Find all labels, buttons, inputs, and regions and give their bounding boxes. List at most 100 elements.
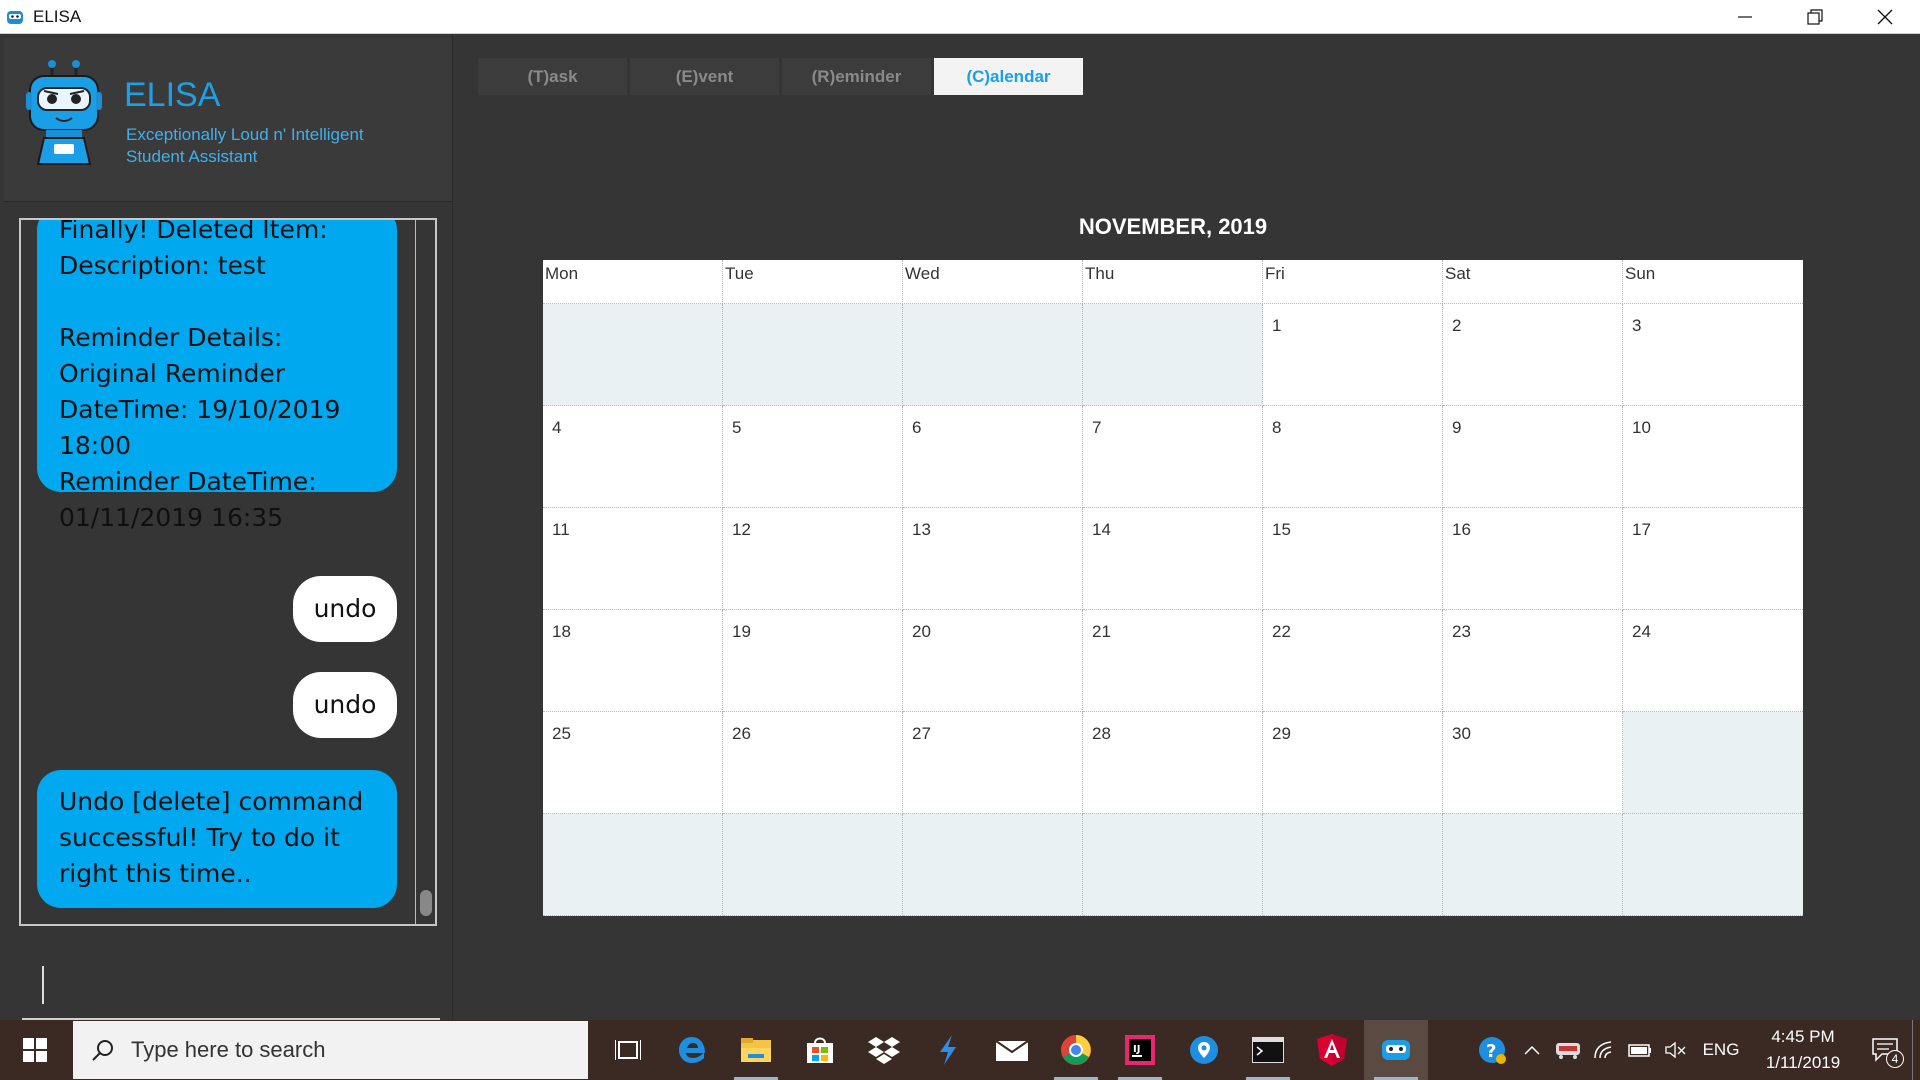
chat-scrollbar[interactable] bbox=[415, 220, 435, 924]
chrome-button[interactable] bbox=[1044, 1020, 1108, 1080]
tab-event[interactable]: (E)vent bbox=[630, 58, 779, 95]
task-view-button[interactable] bbox=[596, 1020, 660, 1080]
chrome-icon bbox=[1061, 1035, 1091, 1065]
scrollbar-thumb[interactable] bbox=[420, 890, 432, 916]
elisa-taskbar-button[interactable] bbox=[1364, 1020, 1428, 1080]
visual-studio-button[interactable] bbox=[916, 1020, 980, 1080]
calendar-day-cell[interactable]: 8 bbox=[1263, 406, 1443, 508]
dropbox-button[interactable] bbox=[852, 1020, 916, 1080]
wifi-icon bbox=[1594, 1041, 1612, 1059]
panel-divider bbox=[452, 34, 453, 1020]
calendar-day-cell[interactable]: 29 bbox=[1263, 712, 1443, 814]
elisa-message-bubble: Undo [delete] command successful! Try to… bbox=[37, 770, 397, 908]
help-tray-button[interactable]: ? bbox=[1470, 1020, 1514, 1080]
taskbar-search-box[interactable]: Type here to search bbox=[73, 1021, 588, 1079]
wifi-tray-button[interactable] bbox=[1586, 1020, 1622, 1080]
calendar-day-cell[interactable]: 17 bbox=[1623, 508, 1803, 610]
file-explorer-icon bbox=[741, 1038, 771, 1062]
calendar-empty-cell bbox=[1083, 814, 1263, 916]
system-tray: ? ENG 4:45 PM 1/11/2019 4 bbox=[1470, 1020, 1920, 1080]
battery-tray-button[interactable] bbox=[1622, 1020, 1658, 1080]
calendar-day-cell[interactable]: 13 bbox=[903, 508, 1083, 610]
maps-button[interactable] bbox=[1172, 1020, 1236, 1080]
calendar-day-cell[interactable]: 26 bbox=[723, 712, 903, 814]
terminal-button[interactable] bbox=[1236, 1020, 1300, 1080]
search-icon bbox=[92, 1040, 113, 1061]
calendar-day-cell[interactable]: 19 bbox=[723, 610, 903, 712]
calendar-day-cell[interactable]: 15 bbox=[1263, 508, 1443, 610]
calendar-day-cell[interactable]: 10 bbox=[1623, 406, 1803, 508]
calendar-month-title: NOVEMBER, 2019 bbox=[1078, 214, 1268, 239]
edge-icon bbox=[679, 1037, 705, 1063]
show-hidden-icons-button[interactable] bbox=[1514, 1020, 1550, 1080]
message-line bbox=[59, 284, 375, 320]
calendar-day-cell[interactable]: 25 bbox=[543, 712, 723, 814]
calendar-day-cell[interactable]: 28 bbox=[1083, 712, 1263, 814]
calendar-empty-cell bbox=[1623, 712, 1803, 814]
search-placeholder: Type here to search bbox=[131, 1037, 326, 1062]
close-button[interactable] bbox=[1850, 0, 1920, 34]
calendar-day-cell[interactable]: 18 bbox=[543, 610, 723, 712]
calendar-day-cell[interactable]: 7 bbox=[1083, 406, 1263, 508]
calendar-day-cell[interactable]: 11 bbox=[543, 508, 723, 610]
action-center-button[interactable]: 4 bbox=[1858, 1020, 1912, 1080]
calendar-empty-cell bbox=[543, 814, 723, 916]
calendar-day-cell[interactable]: 5 bbox=[723, 406, 903, 508]
windows-icon bbox=[23, 1038, 47, 1062]
title-bar: ELISA bbox=[0, 0, 1920, 34]
calendar-day-cell[interactable]: 14 bbox=[1083, 508, 1263, 610]
calendar-day-cell[interactable]: 3 bbox=[1623, 304, 1803, 406]
calendar-day-cell[interactable]: 6 bbox=[903, 406, 1083, 508]
calendar-day-cell[interactable]: 30 bbox=[1443, 712, 1623, 814]
calendar-day-cell[interactable]: 21 bbox=[1083, 610, 1263, 712]
app-header: ELISA Exceptionally Loud n' Intelligent … bbox=[4, 38, 452, 202]
angular-button[interactable] bbox=[1300, 1020, 1364, 1080]
help-icon: ? bbox=[1479, 1037, 1506, 1064]
command-input[interactable] bbox=[22, 954, 440, 1014]
calendar-day-cell[interactable]: 16 bbox=[1443, 508, 1623, 610]
tab-reminder[interactable]: (R)eminder bbox=[782, 58, 931, 95]
calendar-day-cell[interactable]: 23 bbox=[1443, 610, 1623, 712]
clock-date: 1/11/2019 bbox=[1765, 1053, 1841, 1072]
calendar-day-cell[interactable]: 9 bbox=[1443, 406, 1623, 508]
battery-icon bbox=[1628, 1044, 1651, 1057]
restore-button[interactable] bbox=[1780, 0, 1850, 34]
view-tabs: (T)ask (E)vent (R)eminder (C)alendar bbox=[478, 58, 1083, 95]
elisa-app-icon bbox=[1382, 1040, 1410, 1060]
app-name: ELISA bbox=[124, 76, 221, 114]
weekday-label: Mon bbox=[543, 260, 723, 304]
chat-dialog-container[interactable]: Finally! Deleted Item: Description: test… bbox=[19, 218, 437, 926]
message-line: Undo [delete] command bbox=[59, 787, 364, 816]
clock[interactable]: 4:45 PM 1/11/2019 bbox=[1748, 1024, 1858, 1076]
minimize-button[interactable] bbox=[1710, 0, 1780, 34]
tab-task[interactable]: (T)ask bbox=[478, 58, 627, 95]
calendar-day-cell[interactable]: 20 bbox=[903, 610, 1083, 712]
volume-tray-button[interactable] bbox=[1658, 1020, 1694, 1080]
user-message-bubble: undo bbox=[293, 576, 397, 642]
calendar-day-cell[interactable]: 22 bbox=[1263, 610, 1443, 712]
language-indicator[interactable]: ENG bbox=[1694, 1020, 1748, 1080]
start-button[interactable] bbox=[0, 1020, 70, 1080]
calendar-empty-cell bbox=[903, 304, 1083, 406]
weekday-label: Sun bbox=[1625, 264, 1656, 283]
elisa-message-bubble: Finally! Deleted Item: Description: test… bbox=[37, 220, 397, 532]
device-tray-button[interactable] bbox=[1550, 1020, 1586, 1080]
tab-calendar[interactable]: (C)alendar bbox=[934, 58, 1083, 95]
calendar-day-cell[interactable]: 27 bbox=[903, 712, 1083, 814]
message-line: right this time.. bbox=[59, 859, 252, 888]
calendar-empty-cell bbox=[1443, 814, 1623, 916]
weekday-label: Thu bbox=[1083, 260, 1263, 304]
taskbar: Type here to search IJ ? ENG 4:45 PM 1/1… bbox=[0, 1020, 1920, 1080]
file-explorer-button[interactable] bbox=[724, 1020, 788, 1080]
calendar-day-cell[interactable]: 24 bbox=[1623, 610, 1803, 712]
calendar-day-cell[interactable]: 4 bbox=[543, 406, 723, 508]
calendar-day-cell[interactable]: 2 bbox=[1443, 304, 1623, 406]
store-button[interactable] bbox=[788, 1020, 852, 1080]
calendar-day-cell[interactable]: 12 bbox=[723, 508, 903, 610]
calendar-day-cell[interactable]: 1 bbox=[1263, 304, 1443, 406]
intellij-button[interactable]: IJ bbox=[1108, 1020, 1172, 1080]
calendar-empty-cell bbox=[1083, 304, 1263, 406]
show-desktop-button[interactable] bbox=[1912, 1020, 1920, 1080]
edge-button[interactable] bbox=[660, 1020, 724, 1080]
mail-button[interactable] bbox=[980, 1020, 1044, 1080]
